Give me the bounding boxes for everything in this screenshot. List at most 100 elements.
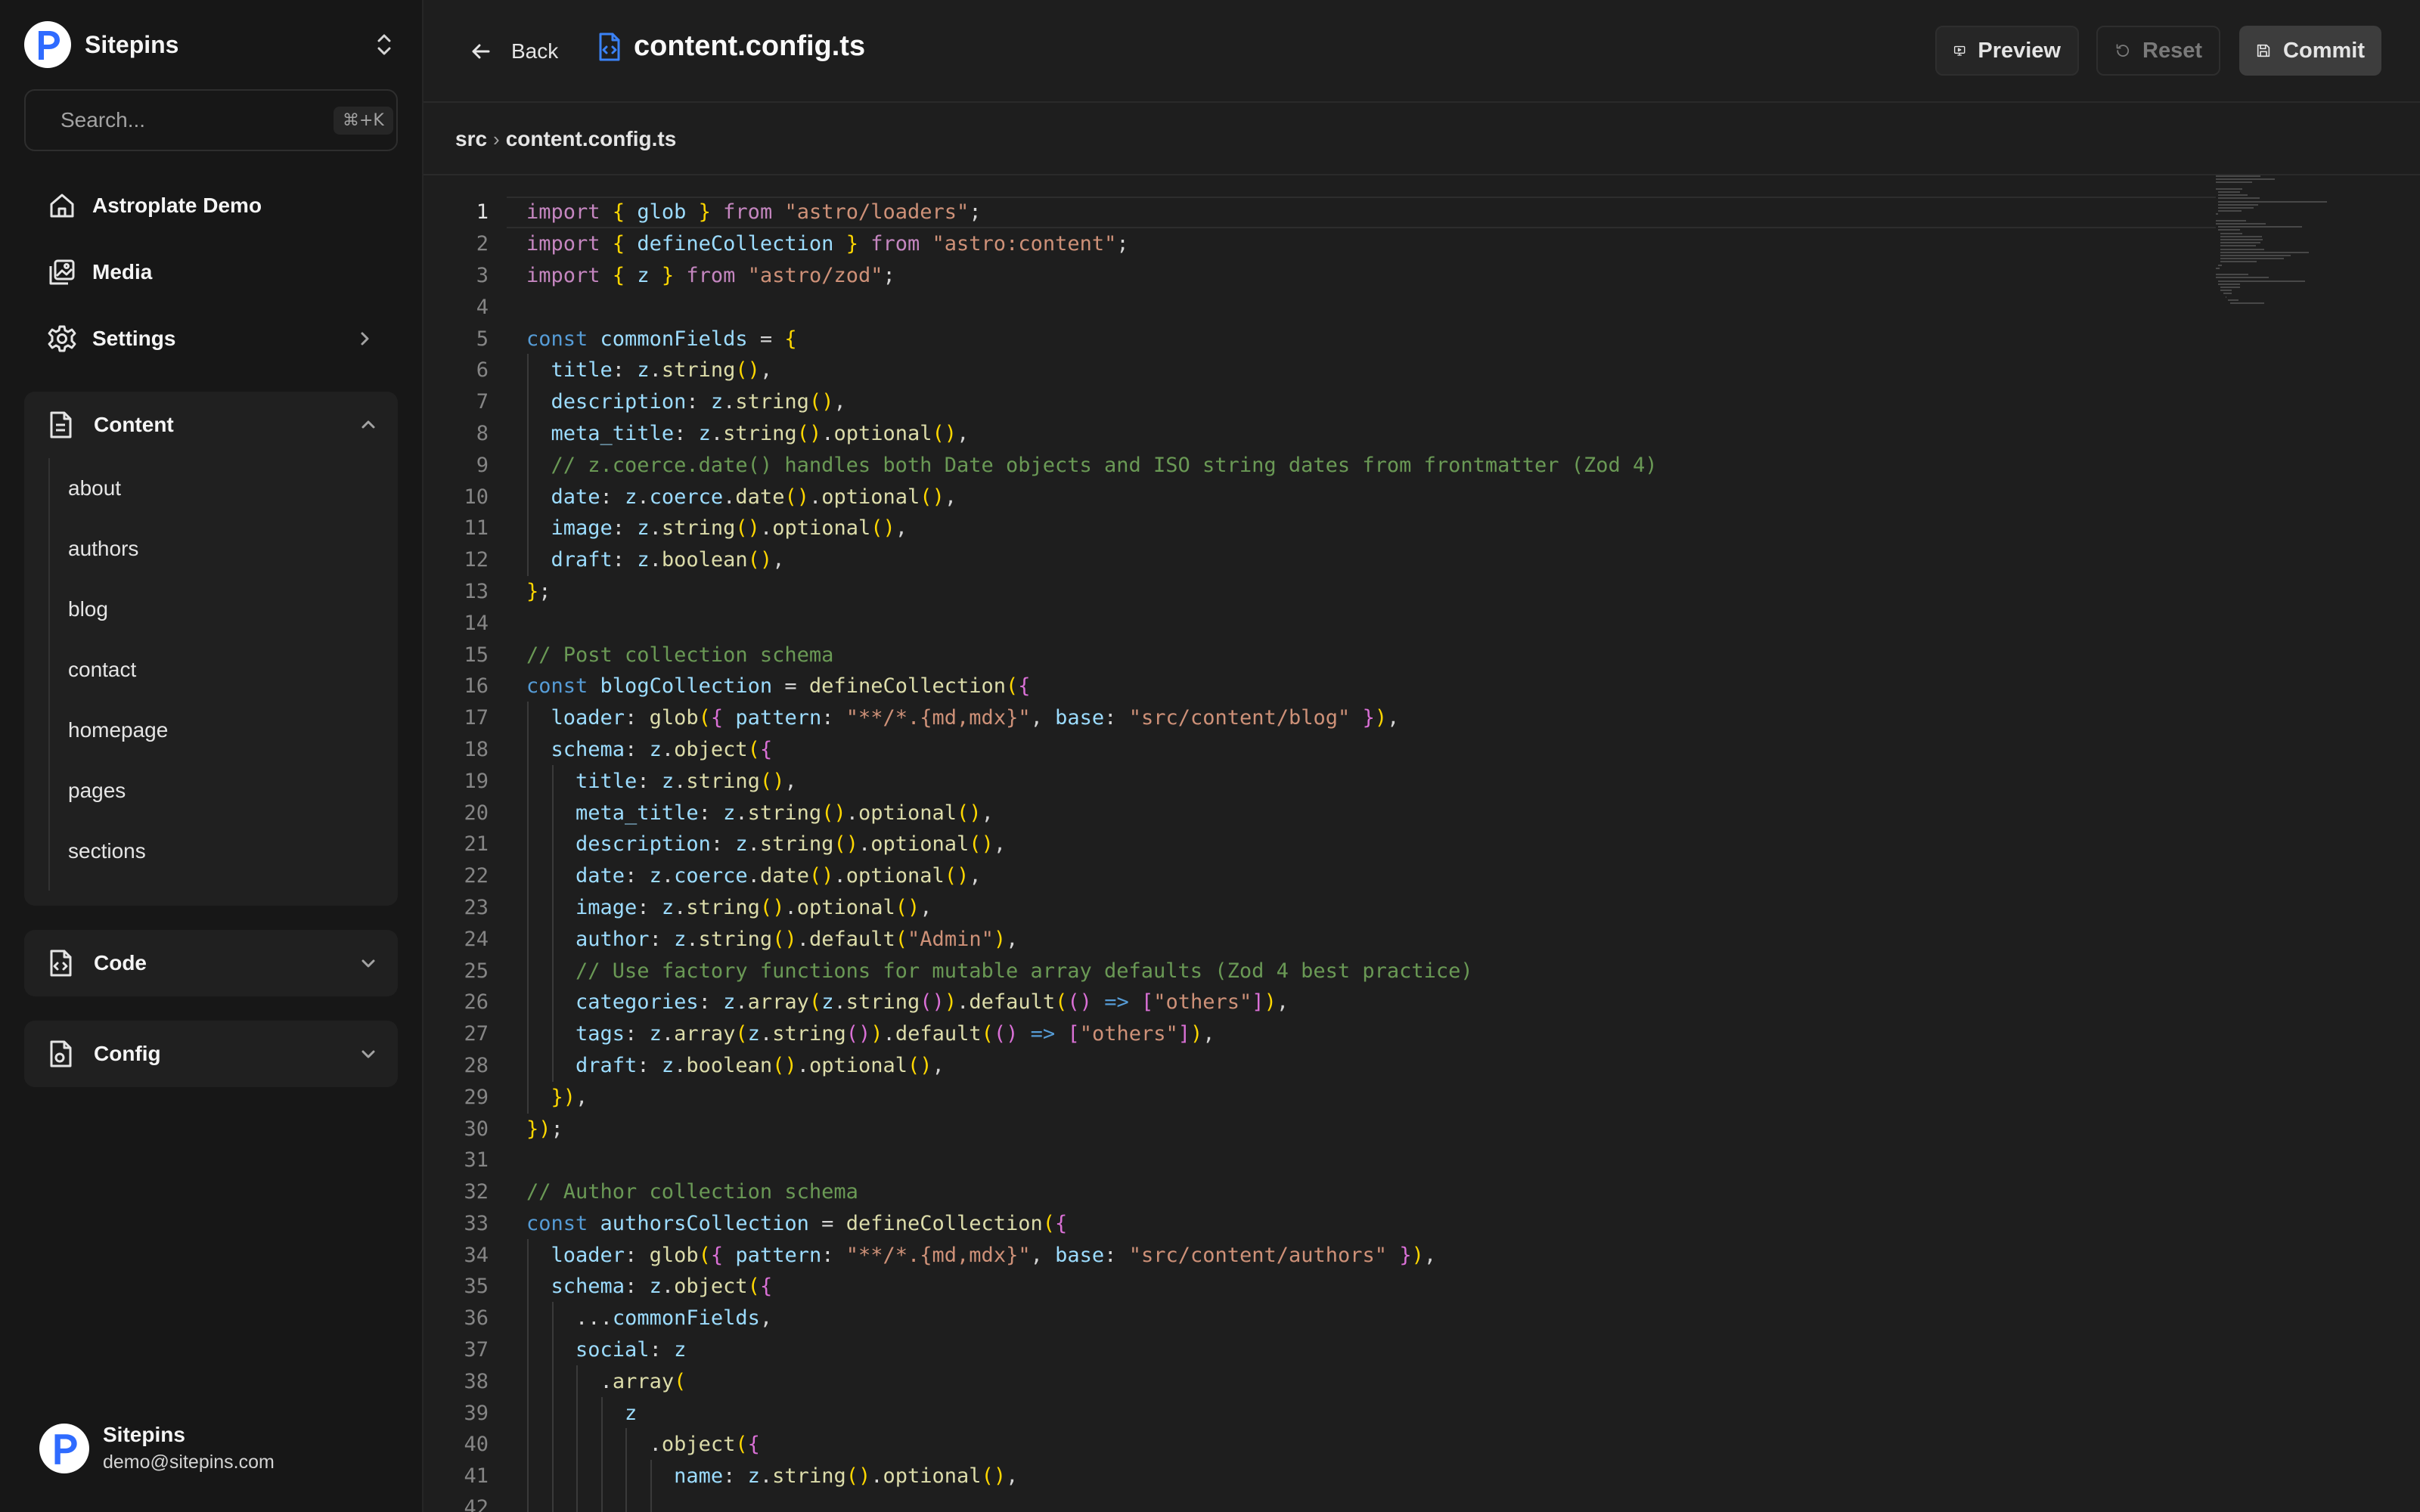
code-line: 8 meta_title: z.string().optional(), [424,417,1658,450]
minimap-line [2218,226,2302,228]
code-line: 20 meta_title: z.string().optional(), [424,796,1658,829]
indent-guide [527,386,529,419]
code-text: .object({ [526,1428,760,1461]
indent-guide [527,1018,529,1051]
code-text: image: z.string().optional(), [526,512,908,545]
line-number: 36 [464,1306,489,1331]
code-group-toggle[interactable]: Code [24,930,398,996]
code-group: Code [24,930,398,996]
code-line: 34 loader: glob({ pattern: "**/*.{md,mdx… [424,1238,1658,1272]
sidebar-item-site[interactable]: Astroplate Demo [24,175,398,236]
minimap-line [2216,274,2249,276]
content-item-sections[interactable]: sections [50,821,398,881]
code-text: meta_title: z.string().optional(), [526,417,969,450]
code-line: 19 title: z.string(), [424,764,1658,798]
content-item-authors[interactable]: authors [50,519,398,579]
minimap-line [2220,248,2264,250]
indent-guide [551,1460,554,1493]
content-group-toggle[interactable]: Content [24,392,398,458]
minimap-line [2223,293,2232,295]
code-line: 17 loader: glob({ pattern: "**/*.{md,mdx… [424,702,1658,735]
code-line: 13}; [424,576,1658,608]
commit-button[interactable]: Commit [2239,26,2381,76]
indent-guide [551,954,554,987]
search-input[interactable] [60,108,334,132]
code-line: 25 // Use factory functions for mutable … [424,954,1658,987]
content-item-homepage[interactable]: homepage [50,700,398,761]
user-name: Sitepins [103,1423,185,1446]
site-switcher[interactable]: Sitepins [24,20,398,70]
indent-guide [576,1492,579,1512]
indent-guide [527,764,529,798]
code-text: social: z [526,1334,686,1367]
reset-label: Reset [2142,38,2202,63]
indent-guide [551,1492,554,1512]
line-number: 23 [464,895,489,919]
code-text: import { defineCollection } from "astro:… [526,232,1129,256]
indent-guide [527,796,529,829]
line-number: 41 [464,1464,489,1489]
sidebar-item-settings[interactable]: Settings [24,308,398,369]
code-text: draft: z.boolean().optional(), [526,1049,945,1082]
line-number: 24 [464,927,489,951]
file-code-icon [50,950,72,977]
code-text: description: z.string(), [526,386,846,419]
code-editor[interactable]: 1 import { glob } from "astro/loaders"; 2 i… [424,175,2420,1512]
code-line: 22 date: z.coerce.date().optional(), [424,860,1658,893]
line-number: 10 [464,485,489,509]
line-number: 15 [464,643,489,667]
home-icon [50,194,74,218]
content-item-pages[interactable]: pages [50,761,398,821]
back-label: Back [511,39,559,63]
content-item-blog[interactable]: blog [50,579,398,640]
indent-guide [600,1396,603,1430]
minimap-line [2220,251,2310,253]
minimap-line [2218,283,2240,285]
line-number: 19 [464,769,489,793]
code-line: 35 schema: z.object({ [424,1270,1658,1303]
sidebar: Sitepins ⌘+K Astroplate Demo Media Setti… [0,0,424,1512]
code-line: 31 [424,1145,1658,1176]
minimap-line [2220,261,2257,263]
minimap[interactable] [2216,175,2337,659]
indent-guide [527,417,529,450]
undo-icon [2116,44,2130,57]
code-text: categories: z.array(z.string()).default(… [526,986,1289,1019]
line-number: 14 [464,611,489,635]
user-profile[interactable]: Sitepins demo@sitepins.com [39,1423,275,1473]
minimap-line [2220,287,2240,288]
indent-guide [527,1396,529,1430]
indent-guide [551,860,554,893]
code-line: 6 title: z.string(), [424,354,1658,387]
line-number: 38 [464,1369,489,1393]
back-button[interactable]: Back [469,32,558,71]
reset-button[interactable]: Reset [2096,26,2220,76]
breadcrumb-folder[interactable]: src [455,127,487,151]
indent-guide [551,1428,554,1461]
sidebar-item-media[interactable]: Media [24,242,398,302]
line-number: 13 [464,579,489,603]
code-text: date: z.coerce.date().optional(), [526,480,957,513]
code-line: 9 // z.coerce.date() handles both Date o… [424,448,1658,482]
config-group-toggle[interactable]: Config [24,1021,398,1087]
content-item-contact[interactable]: contact [50,640,398,700]
code-line: 12 draft: z.boolean(), [424,544,1658,577]
code-text: const blogCollection = defineCollection(… [526,674,1031,699]
indent-guide [527,860,529,893]
indent-guide [527,733,529,766]
search-box[interactable]: ⌘+K [24,89,398,151]
content-item-about[interactable]: about [50,458,398,519]
code-line: 1 import { glob } from "astro/loaders"; [424,197,1658,228]
indent-guide [551,1018,554,1051]
gear-icon [48,325,76,352]
indent-guide [527,1365,529,1398]
commit-label: Commit [2283,38,2365,63]
preview-button[interactable]: Preview [1935,26,2079,76]
code-line: 32 // Author collection schema [424,1176,1658,1208]
indent-guide [527,480,529,513]
code-text: .array( [526,1365,686,1398]
content-group: Content about authors blog contact homep… [24,392,398,906]
indent-guide [527,354,529,387]
code-line: 42 [424,1492,1658,1512]
chevron-up-down-icon[interactable] [371,29,398,60]
